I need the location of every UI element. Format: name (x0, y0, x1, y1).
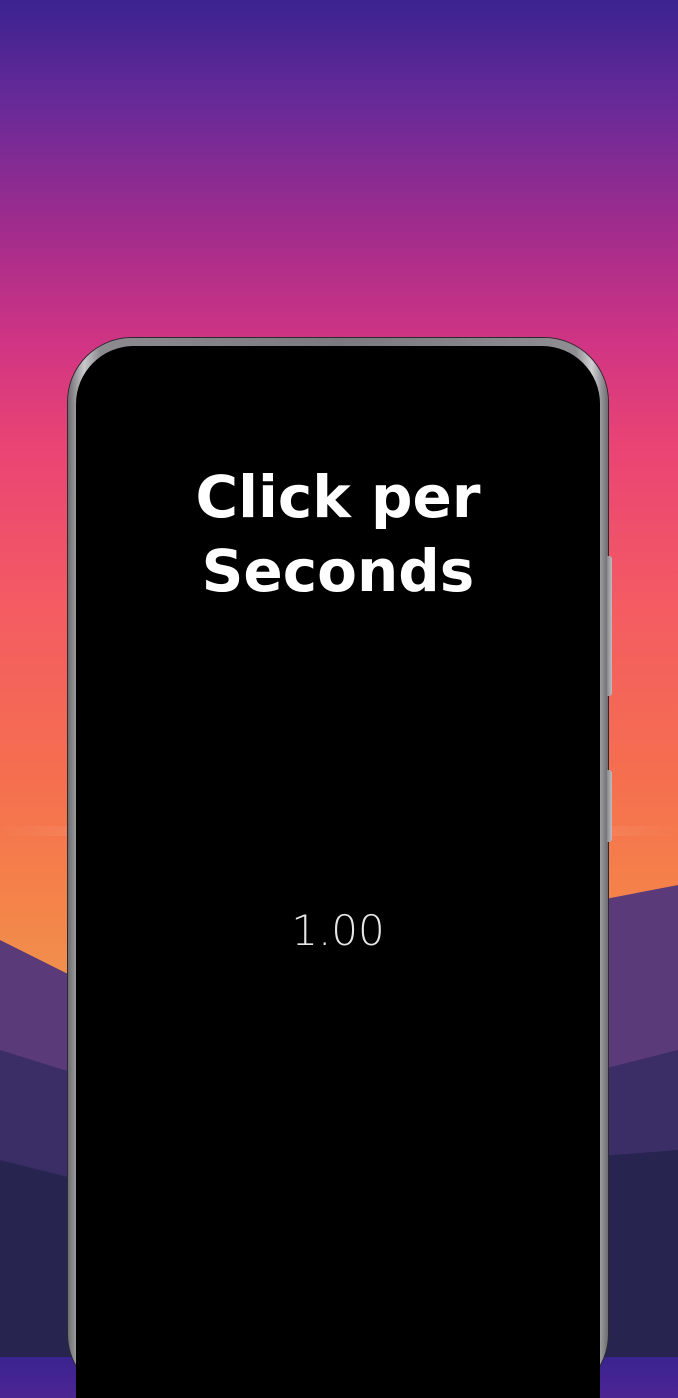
volume-button (607, 556, 612, 696)
power-button (607, 770, 612, 842)
app-title: Click per Seconds (195, 463, 481, 605)
app-screen[interactable]: Click per Seconds 1.00 (76, 346, 600, 1398)
phone-frame: Click per Seconds 1.00 (68, 338, 612, 1398)
cps-value: 1.00 (291, 906, 385, 955)
